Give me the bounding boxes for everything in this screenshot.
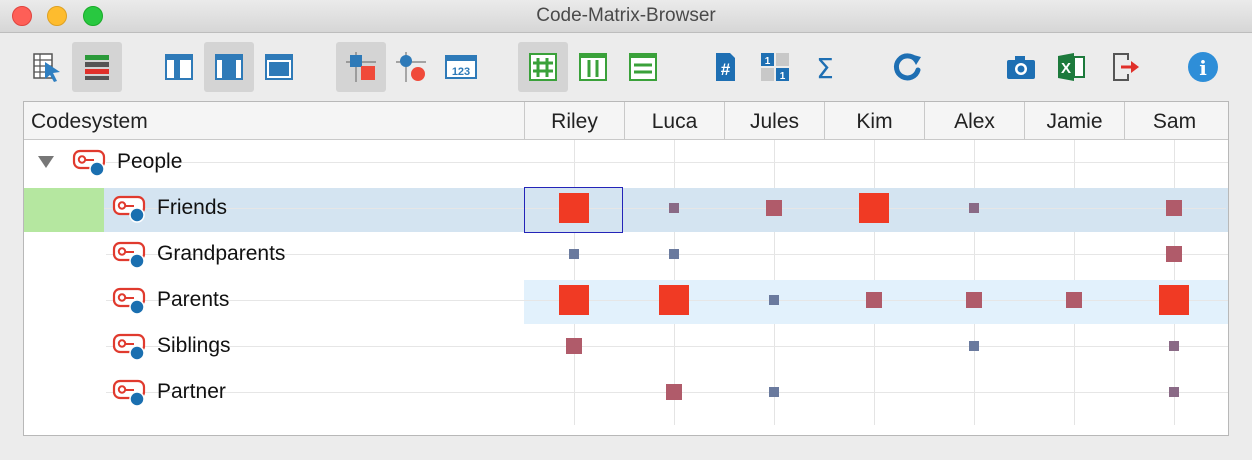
screenshot-button[interactable] <box>996 42 1046 92</box>
matrix-cell-symbol[interactable] <box>1166 200 1182 216</box>
row-gridline <box>106 346 1228 347</box>
matrix-cell-symbol[interactable] <box>866 292 882 308</box>
panel-left-icon <box>165 54 193 80</box>
matrix-cell-symbol[interactable] <box>1169 387 1179 397</box>
sigma-icon: Σ <box>816 52 834 84</box>
camera-icon <box>1007 56 1035 79</box>
rows-button[interactable] <box>618 42 668 92</box>
panel-center-icon <box>215 54 243 80</box>
code-label[interactable]: Siblings <box>157 334 231 358</box>
code-select-icon <box>85 55 109 80</box>
matrix-cell-symbol[interactable] <box>666 384 682 400</box>
expand-triangle-icon[interactable] <box>37 155 55 169</box>
code-label[interactable]: Grandparents <box>157 242 285 266</box>
code-label[interactable]: Parents <box>157 288 229 312</box>
document-select-icon <box>33 53 60 82</box>
export-button[interactable] <box>1100 42 1150 92</box>
matrix-cell-symbol[interactable] <box>969 203 979 213</box>
document-column-header[interactable]: Kim <box>824 102 924 139</box>
document-column-header[interactable]: Sam <box>1124 102 1224 139</box>
code-label[interactable]: People <box>117 150 182 174</box>
code-icon <box>112 195 146 223</box>
view-left-button[interactable] <box>154 42 204 92</box>
matrix-cell-symbol[interactable] <box>1169 341 1179 351</box>
symbols-circles-button[interactable] <box>386 42 436 92</box>
circles-icon <box>396 52 426 82</box>
matrix-cell-symbol[interactable] <box>969 341 979 351</box>
title-bar: Code-Matrix-Browser <box>0 0 1252 33</box>
code-icon <box>112 379 146 407</box>
code-icon <box>72 149 106 177</box>
export-icon <box>1113 53 1139 81</box>
excel-icon: X <box>1058 53 1085 81</box>
info-button[interactable]: i <box>1178 42 1228 92</box>
rows-icon <box>629 53 657 81</box>
matrix-cell-symbol[interactable] <box>769 295 779 305</box>
matrix-header: Codesystem Riley Luca Jules Kim Alex Jamie Sam <box>24 102 1228 140</box>
matrix-cell-symbol[interactable] <box>669 249 679 259</box>
svg-text:Σ: Σ <box>816 52 834 84</box>
code-icon <box>112 333 146 361</box>
columns-button[interactable] <box>568 42 618 92</box>
view-center-button[interactable] <box>204 42 254 92</box>
matrix-cell-symbol[interactable] <box>569 249 579 259</box>
squares-icon <box>346 52 376 82</box>
document-column-header[interactable]: Jules <box>724 102 824 139</box>
code-label[interactable]: Partner <box>157 380 226 404</box>
matrix-cell-symbol[interactable] <box>769 387 779 397</box>
grid-button[interactable] <box>518 42 568 92</box>
row-gridline <box>104 208 1226 209</box>
matrix-cell-symbol[interactable] <box>859 193 889 223</box>
code-icon <box>112 287 146 315</box>
selected-row-background <box>104 188 1228 232</box>
matrix-cell-symbol[interactable] <box>1159 285 1189 315</box>
refresh-icon <box>893 53 921 81</box>
view-full-button[interactable] <box>254 42 304 92</box>
matrix-cell-symbol[interactable] <box>1166 246 1182 262</box>
codesystem-column-header[interactable]: Codesystem <box>31 102 511 139</box>
selection-marker <box>24 188 104 232</box>
matrix-cell-symbol[interactable] <box>559 285 589 315</box>
numbers-icon: 123 <box>445 55 477 79</box>
document-column-header[interactable]: Luca <box>624 102 724 139</box>
selected-cell-outline <box>524 187 623 233</box>
code-label[interactable]: Friends <box>157 196 227 220</box>
svg-text:X: X <box>1061 60 1071 77</box>
symbols-numbers-button[interactable]: 123 <box>436 42 486 92</box>
matrix-cell-symbol[interactable] <box>1066 292 1082 308</box>
matrix-cell-symbol[interactable] <box>659 285 689 315</box>
panel-full-icon <box>265 54 293 80</box>
matrix-cell-symbol[interactable] <box>669 203 679 213</box>
info-icon: i <box>1188 52 1218 82</box>
svg-text:1: 1 <box>780 71 786 82</box>
hash-document-icon: # <box>716 53 735 81</box>
document-column-header[interactable]: Alex <box>924 102 1024 139</box>
matrix-cell-symbol[interactable] <box>566 338 582 354</box>
matrix-cell-symbol[interactable] <box>766 200 782 216</box>
document-column-header[interactable]: Jamie <box>1024 102 1124 139</box>
code-icon <box>112 241 146 269</box>
toolbar: 123 # 1 1 Σ X i <box>0 33 1252 99</box>
columns-icon <box>579 53 607 81</box>
sum-button[interactable]: Σ <box>800 42 850 92</box>
window-title: Code-Matrix-Browser <box>536 5 716 26</box>
row-gridline <box>106 162 1228 163</box>
binary-button[interactable]: 1 1 <box>750 42 800 92</box>
refresh-button[interactable] <box>882 42 932 92</box>
grid-icon <box>529 53 557 81</box>
excel-export-button[interactable]: X <box>1046 42 1096 92</box>
code-matrix-table: People Friends Grandparents Parents Siblings… <box>23 101 1229 436</box>
matrix-cell-symbol[interactable] <box>966 292 982 308</box>
binary-icon: 1 1 <box>761 53 789 82</box>
document-column-header[interactable]: Riley <box>524 102 624 139</box>
select-codes-button[interactable] <box>72 42 122 92</box>
svg-text:1: 1 <box>765 56 771 67</box>
count-hits-button[interactable]: # <box>700 42 750 92</box>
svg-text:#: # <box>721 60 731 79</box>
svg-text:i: i <box>1199 56 1207 80</box>
svg-text:123: 123 <box>452 66 470 78</box>
symbols-squares-button[interactable] <box>336 42 386 92</box>
select-documents-button[interactable] <box>22 42 72 92</box>
